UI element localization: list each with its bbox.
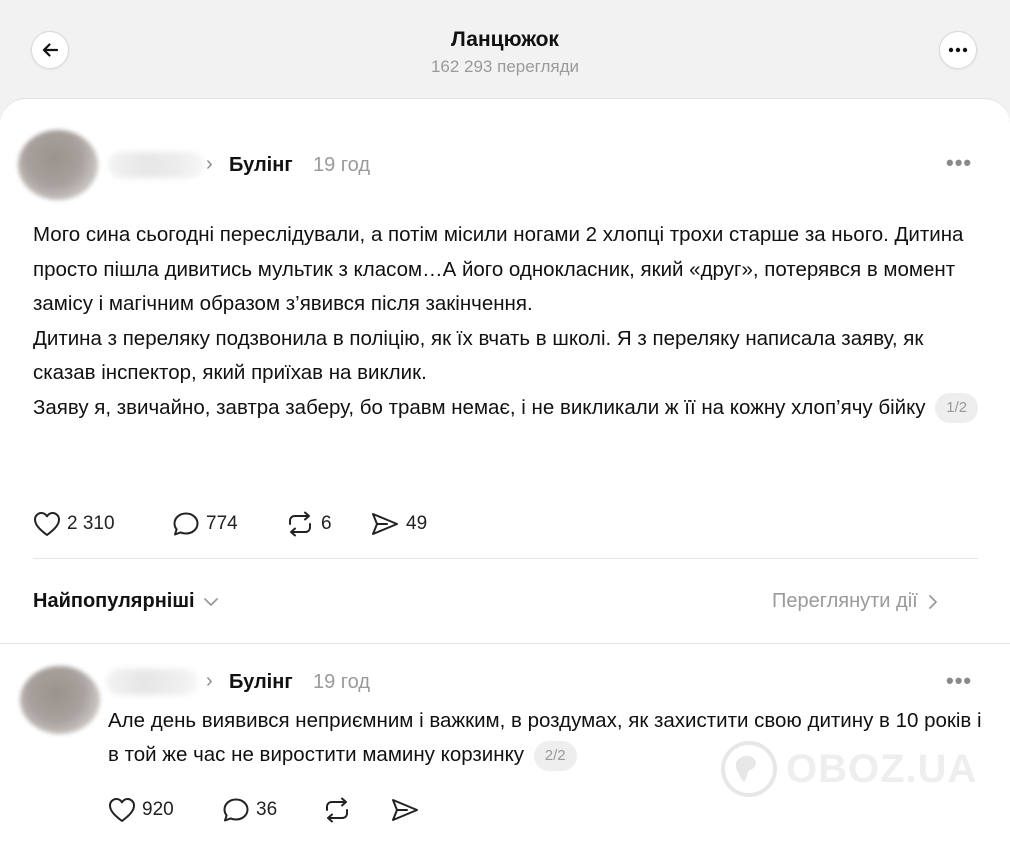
- watermark: OBOZ.UA: [720, 740, 977, 798]
- more-options-button[interactable]: [939, 31, 977, 69]
- send-icon: [372, 513, 398, 535]
- repost-button[interactable]: [322, 797, 358, 823]
- page-badge: 2/2: [533, 740, 577, 771]
- sort-label: Найпопулярніші: [33, 590, 195, 612]
- comment-button[interactable]: 774: [172, 511, 238, 537]
- topic-tag[interactable]: Булінг: [229, 671, 293, 694]
- comment-icon: [173, 512, 199, 536]
- comment-count: 36: [256, 799, 278, 820]
- view-activity-label: Переглянути дії: [772, 590, 918, 612]
- share-button[interactable]: [390, 797, 426, 823]
- avatar[interactable]: [18, 130, 98, 200]
- post-paragraph: Заяву я, звичайно, завтра заберу, бо тра…: [33, 391, 983, 426]
- like-count: 2 310: [67, 513, 115, 534]
- like-button[interactable]: 920: [108, 797, 174, 823]
- repost-icon: [289, 511, 311, 537]
- post-time: 19 год: [313, 154, 371, 176]
- sort-dropdown[interactable]: Найпопулярніші: [33, 590, 221, 613]
- post-more-icon[interactable]: •••: [946, 152, 972, 174]
- like-count: 920: [142, 799, 174, 820]
- post-paragraph: Дитина з переляку подзвонила в поліцію, …: [33, 326, 924, 385]
- repost-button[interactable]: 6: [285, 511, 332, 537]
- view-activity-link[interactable]: Переглянути дії: [772, 590, 942, 613]
- thread-header: Ланцюжок 162 293 перегляди: [0, 0, 1010, 100]
- view-count: 162 293 перегляди: [430, 57, 580, 76]
- post-body: Мого сина сьогодні переслідували, а поті…: [33, 218, 983, 425]
- username-blurred[interactable]: [108, 152, 204, 178]
- watermark-text: OBOZ.UA: [786, 746, 978, 791]
- send-icon: [392, 799, 418, 821]
- topic-tag[interactable]: Булінг: [229, 154, 293, 177]
- more-horizontal-icon: [948, 47, 968, 53]
- repost-icon: [326, 797, 348, 823]
- comment-button[interactable]: 36: [222, 797, 277, 823]
- page-badge: 1/2: [935, 393, 979, 424]
- reply-more-icon[interactable]: •••: [946, 670, 972, 692]
- avatar[interactable]: [20, 666, 100, 734]
- share-button[interactable]: 49: [370, 511, 427, 537]
- divider: [0, 643, 1010, 644]
- like-button[interactable]: 2 310: [33, 511, 115, 537]
- share-count: 49: [406, 513, 428, 534]
- comment-icon: [223, 798, 249, 822]
- reply-time: 19 год: [313, 671, 371, 693]
- heart-icon: [34, 512, 60, 536]
- divider: [33, 558, 978, 559]
- repost-count: 6: [321, 513, 332, 534]
- chevron-right-icon: ›: [206, 153, 213, 175]
- post-paragraph: Мого сина сьогодні переслідували, а поті…: [33, 223, 964, 315]
- heart-icon: [109, 798, 135, 822]
- chevron-down-icon: [203, 597, 218, 606]
- chevron-right-icon: ›: [206, 670, 213, 692]
- globe-logo-icon: [721, 741, 777, 797]
- comment-count: 774: [206, 513, 238, 534]
- username-blurred[interactable]: [106, 669, 198, 695]
- page-title: Ланцюжок: [451, 28, 559, 51]
- chevron-right-icon: [928, 594, 937, 609]
